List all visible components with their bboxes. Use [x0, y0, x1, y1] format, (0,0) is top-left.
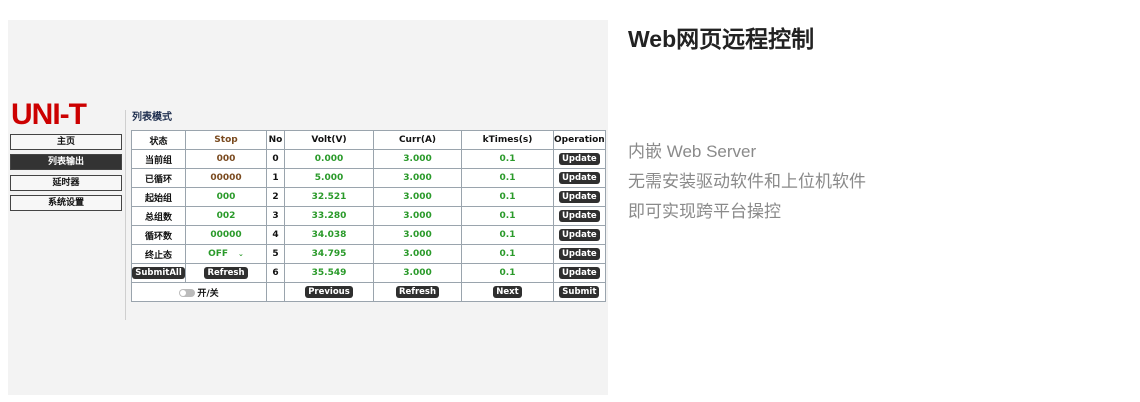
row-no: 2 [266, 187, 285, 207]
status-value: 00000 [185, 168, 267, 188]
ktimes-cell[interactable]: 0.1 [461, 187, 554, 207]
volt-cell[interactable]: 0.000 [284, 149, 374, 169]
table-row: 起始组 000 2 32.521 3.000 0.1 Update [131, 187, 606, 207]
curr-cell[interactable]: 3.000 [373, 244, 462, 264]
update-button[interactable]: Update [559, 172, 600, 184]
refresh-button[interactable]: Refresh [395, 286, 440, 298]
status-label: 起始组 [131, 187, 186, 207]
volt-cell[interactable]: 35.549 [284, 263, 374, 283]
ktimes-cell[interactable]: 0.1 [461, 149, 554, 169]
header-status: 状态 [131, 130, 186, 150]
table-row: 循环数 00000 4 34.038 3.000 0.1 Update [131, 225, 606, 245]
update-button[interactable]: Update [559, 210, 600, 222]
end-state-select[interactable]: OFF ⌄ [185, 244, 267, 264]
table-row: SubmitAll Refresh 6 35.549 3.000 0.1 Upd… [131, 263, 606, 283]
header-curr: Curr(A) [373, 130, 462, 150]
device-web-ui-screenshot: UNI-T 列表模式 主页 列表输出 延时器 系统设置 状态 Stop No V… [8, 20, 608, 395]
status-label: 总组数 [131, 206, 186, 226]
chevron-down-icon: ⌄ [238, 250, 244, 258]
feature-desc-line: 即可实现跨平台操控 [628, 202, 781, 221]
row-no: 0 [266, 149, 285, 169]
toggle-label: 开/关 [197, 288, 219, 299]
next-button[interactable]: Next [493, 286, 522, 298]
curr-cell[interactable]: 3.000 [373, 168, 462, 188]
status-label: 当前组 [131, 149, 186, 169]
curr-cell[interactable]: 3.000 [373, 225, 462, 245]
volt-cell[interactable]: 34.795 [284, 244, 374, 264]
header-stop-state: Stop [185, 130, 267, 150]
power-toggle[interactable]: 开/关 [131, 282, 267, 302]
ktimes-cell[interactable]: 0.1 [461, 206, 554, 226]
brand-logo: UNI-T [11, 98, 87, 131]
update-button[interactable]: Update [559, 248, 600, 260]
ktimes-cell[interactable]: 0.1 [461, 168, 554, 188]
nav-list-output-button[interactable]: 列表输出 [10, 154, 122, 170]
feature-desc-line: 无需安装驱动软件和上位机软件 [628, 172, 866, 191]
status-value[interactable]: 000 [185, 187, 267, 207]
update-button[interactable]: Update [559, 267, 600, 279]
row-no: 6 [266, 263, 285, 283]
nav-home-button[interactable]: 主页 [10, 134, 122, 150]
curr-cell[interactable]: 3.000 [373, 206, 462, 226]
nav-delay-button[interactable]: 延时器 [10, 175, 122, 191]
status-value[interactable]: 00000 [185, 225, 267, 245]
update-button[interactable]: Update [559, 229, 600, 241]
header-volt: Volt(V) [284, 130, 374, 150]
feature-heading: Web网页远程控制 [628, 26, 815, 52]
row-no: 5 [266, 244, 285, 264]
volt-cell[interactable]: 5.000 [284, 168, 374, 188]
previous-button[interactable]: Previous [305, 286, 353, 298]
ktimes-cell[interactable]: 0.1 [461, 225, 554, 245]
curr-cell[interactable]: 3.000 [373, 149, 462, 169]
table-footer-row: 开/关 Previous Refresh Next Submit [131, 282, 606, 302]
header-ktimes: kTimes(s) [461, 130, 554, 150]
status-label: 已循环 [131, 168, 186, 188]
update-button[interactable]: Update [559, 153, 600, 165]
nav-settings-button[interactable]: 系统设置 [10, 195, 122, 211]
submit-all-button[interactable]: SubmitAll [132, 267, 185, 279]
table-row: 总组数 002 3 33.280 3.000 0.1 Update [131, 206, 606, 226]
ktimes-cell[interactable]: 0.1 [461, 244, 554, 264]
page-title: 列表模式 [132, 112, 172, 123]
end-state-value: OFF [208, 249, 229, 259]
refresh-status-button[interactable]: Refresh [204, 267, 248, 279]
table-row: 已循环 00000 1 5.000 3.000 0.1 Update [131, 168, 606, 188]
volt-cell[interactable]: 32.521 [284, 187, 374, 207]
header-operation: Operation [553, 130, 606, 150]
status-label: 循环数 [131, 225, 186, 245]
toggle-switch-icon [179, 289, 196, 297]
status-value[interactable]: 002 [185, 206, 267, 226]
list-mode-table: 状态 Stop No Volt(V) Curr(A) kTimes(s) Ope… [131, 130, 606, 302]
table-row: 终止态 OFF ⌄ 5 34.795 3.000 0.1 Update [131, 244, 606, 264]
sidebar-divider [125, 110, 126, 320]
submit-button[interactable]: Submit [559, 286, 600, 298]
update-button[interactable]: Update [559, 191, 600, 203]
status-value: 000 [185, 149, 267, 169]
volt-cell[interactable]: 34.038 [284, 225, 374, 245]
feature-desc-line: 内嵌 Web Server [628, 142, 757, 161]
curr-cell[interactable]: 3.000 [373, 187, 462, 207]
row-no: 1 [266, 168, 285, 188]
row-no: 4 [266, 225, 285, 245]
ktimes-cell[interactable]: 0.1 [461, 263, 554, 283]
header-no: No [266, 130, 285, 150]
volt-cell[interactable]: 33.280 [284, 206, 374, 226]
curr-cell[interactable]: 3.000 [373, 263, 462, 283]
table-header-row: 状态 Stop No Volt(V) Curr(A) kTimes(s) Ope… [131, 130, 606, 150]
table-row: 当前组 000 0 0.000 3.000 0.1 Update [131, 149, 606, 169]
row-no: 3 [266, 206, 285, 226]
status-label: 终止态 [131, 244, 186, 264]
